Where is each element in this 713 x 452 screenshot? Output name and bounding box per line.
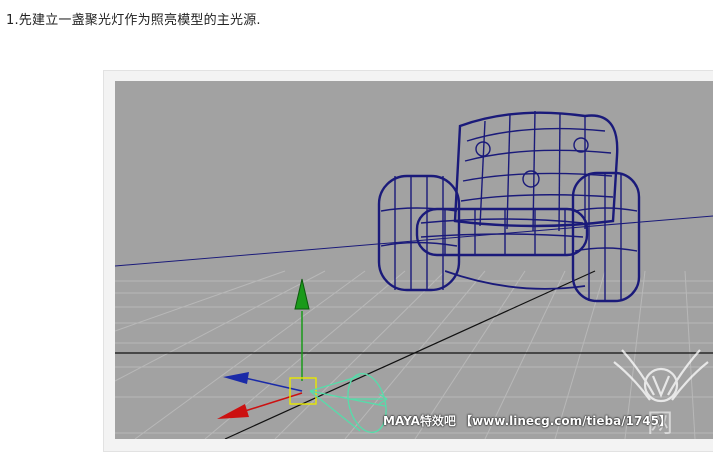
x-move-handle-icon[interactable]: [217, 404, 249, 419]
watermark-text: MAYA特效吧 【www.linecg.com/tieba/1745】: [383, 414, 672, 428]
spotlight-manipulator[interactable]: [217, 278, 392, 437]
spotlight-cone-icon: [309, 373, 388, 433]
z-move-handle-line: [244, 377, 303, 392]
instruction-text: 1.先建立一盏聚光灯作为照亮模型的主光源.: [6, 13, 261, 28]
horizon-line: [115, 215, 713, 267]
z-move-handle-icon[interactable]: [223, 372, 249, 384]
armchair-wireframe: [377, 110, 641, 303]
y-move-handle-icon[interactable]: [294, 278, 310, 310]
